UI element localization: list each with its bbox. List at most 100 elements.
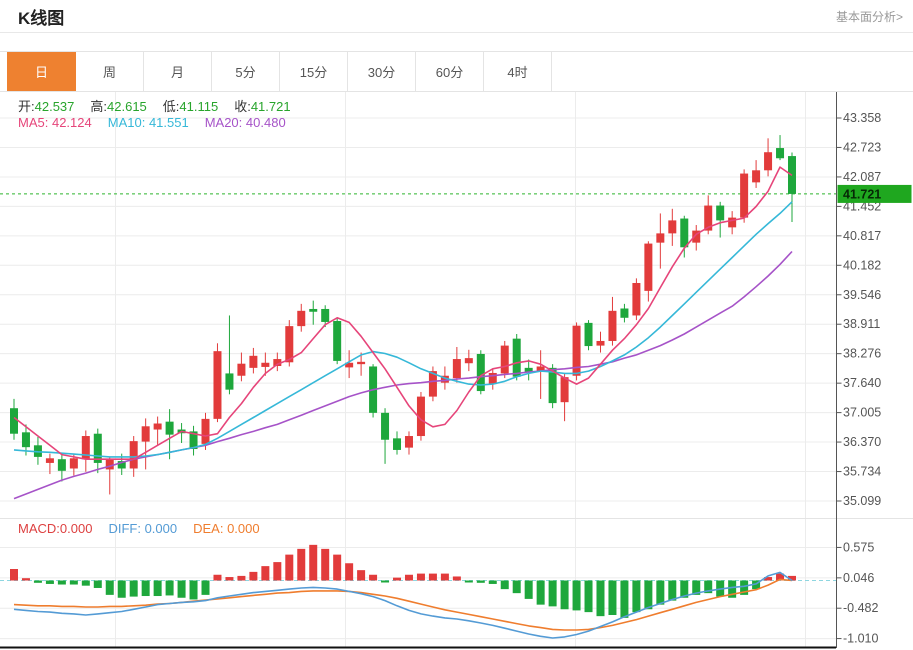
candle-up [297,311,305,326]
macd-bar [130,581,138,597]
macd-bar [22,578,30,580]
macd-bar [297,549,305,581]
candle-up [249,356,257,368]
price-tick-label: 42.087 [843,170,881,184]
candle-down [10,408,18,434]
macd-bar [106,581,114,595]
macd-bar [70,581,78,585]
macd-tick-label: -0.482 [843,601,878,615]
macd-bar [596,581,604,617]
macd-bar [178,581,186,598]
candle-up [465,358,473,363]
macd-tick-label: 0.046 [843,571,874,585]
candle-up [154,424,162,430]
candle-up [764,152,772,170]
candle-up [202,419,210,444]
candle-up [357,362,365,364]
macd-bar [309,545,317,581]
timeframe-tab-bar: 日周月5分15分30分60分4时 [0,51,913,92]
macd-bar [273,562,281,580]
macd-bar [94,581,102,588]
macd-bar [321,549,329,581]
candle-up [752,170,760,182]
tab-5分[interactable]: 5分 [212,52,280,91]
macd-bar [118,581,126,598]
candle-down [585,323,593,346]
price-tick-label: 37.640 [843,376,881,390]
macd-bar [285,555,293,581]
candle-up [668,220,676,233]
macd-bar [369,575,377,581]
candle-up [656,233,664,242]
tab-4时[interactable]: 4时 [484,52,552,91]
tab-60分[interactable]: 60分 [416,52,484,91]
macd-bar [154,581,162,597]
macd-bar [537,581,545,605]
candle-down [225,373,233,389]
tab-日[interactable]: 日 [7,52,76,91]
macd-bar [261,566,269,580]
macd-bar [58,581,66,585]
macd-bar [441,574,449,581]
macd-bar [549,581,557,607]
macd-bar [573,581,581,611]
price-tick-label: 42.723 [843,140,881,154]
candle-down [393,438,401,450]
candle-down [680,219,688,248]
macd-bar [608,581,616,616]
candle-down [333,321,341,361]
macd-bar [644,581,652,610]
macd-bar [477,581,485,583]
candle-down [513,339,521,377]
macd-bar [632,581,640,613]
candle-up [285,326,293,362]
page-title: K线图 [18,4,64,29]
page-header: K线图 基本面分析> [0,0,913,33]
macd-bar [501,581,509,590]
candlestick-chart[interactable]: 43.35842.72342.08741.45240.81740.18239.5… [0,92,913,649]
macd-bar [620,581,628,618]
tab-周[interactable]: 周 [76,52,144,91]
macd-bar [585,581,593,613]
macd-bar [405,575,413,581]
macd-bar [142,581,150,597]
macd-bar [46,581,54,584]
macd-bar [513,581,521,594]
candle-up [142,426,150,441]
price-tick-label: 36.370 [843,435,881,449]
macd-bar [381,581,389,583]
macd-bar [429,574,437,581]
macd-bar [202,581,210,595]
candle-up [261,363,269,367]
macd-tick-label: 0.575 [843,540,874,554]
tab-月[interactable]: 月 [144,52,212,91]
tab-30分[interactable]: 30分 [348,52,416,91]
candle-down [321,309,329,322]
last-price-badge-text: 41.721 [843,187,881,201]
macd-bar [345,563,353,580]
candle-up [237,364,245,376]
ma10-line [14,202,792,457]
candle-up [632,283,640,315]
candle-up [405,436,413,448]
kline-chart-area: 43.35842.72342.08741.45240.81740.18239.5… [0,92,913,649]
tab-15分[interactable]: 15分 [280,52,348,91]
price-tick-label: 38.911 [843,317,880,331]
price-tick-label: 39.546 [843,288,881,302]
candle-up [453,359,461,378]
fundamental-analysis-link[interactable]: 基本面分析> [836,8,903,25]
candle-down [776,148,784,158]
macd-bar [333,555,341,581]
macd-tick-label: -1.010 [843,632,878,646]
candle-up [740,174,748,218]
macd-bar [393,578,401,581]
macd-bar [561,581,569,610]
macd-bar [213,575,221,581]
candle-down [716,206,724,221]
candle-up [644,244,652,291]
candle-up [608,311,616,341]
candle-down [620,309,628,318]
price-tick-label: 43.358 [843,111,881,125]
candle-up [46,458,54,463]
candle-down [309,309,317,312]
